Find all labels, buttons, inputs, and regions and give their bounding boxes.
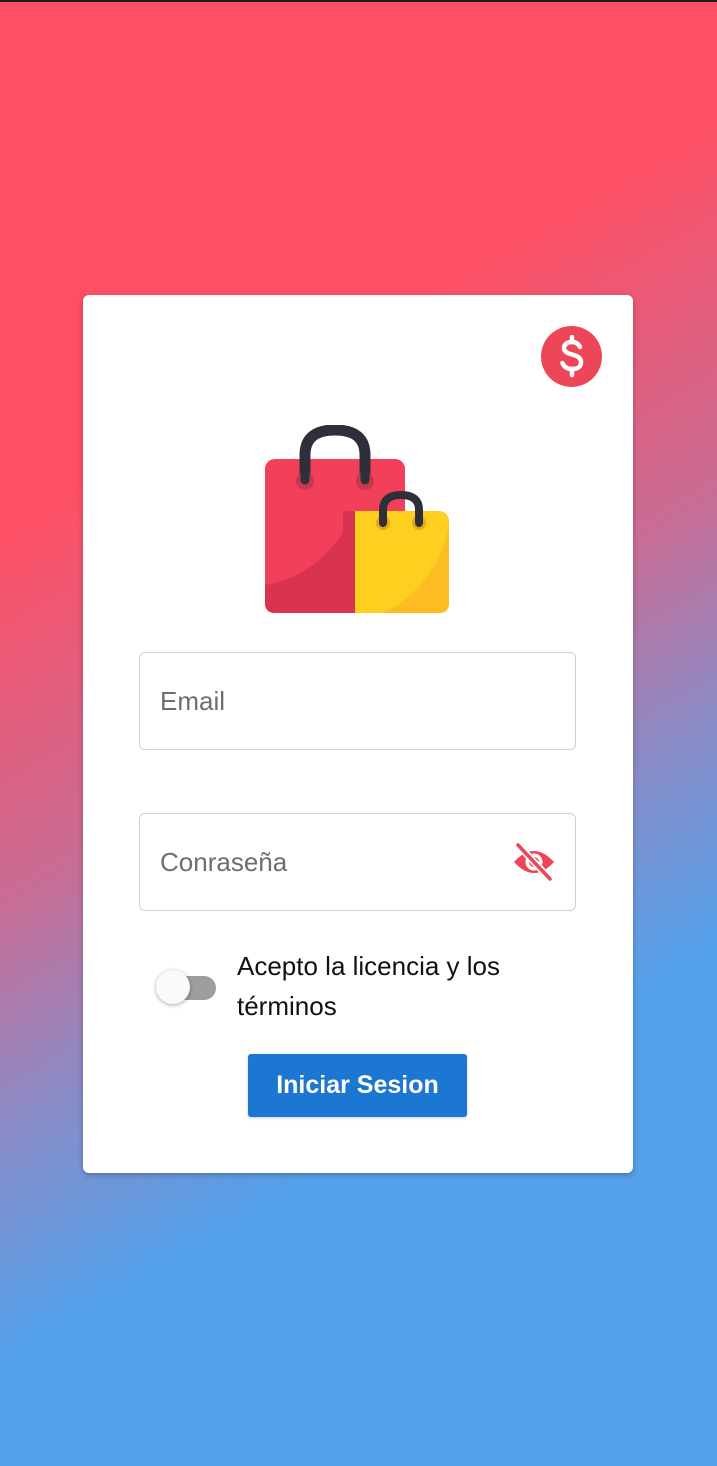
email-field[interactable] xyxy=(139,652,576,750)
login-card: Acepto la licencia y los términos Inicia… xyxy=(83,295,633,1173)
shopping-bags-icon xyxy=(263,424,453,615)
toggle-thumb xyxy=(156,970,190,1004)
dollar-icon xyxy=(541,326,602,387)
terms-toggle[interactable] xyxy=(156,969,218,1005)
terms-label: Acepto la licencia y los términos xyxy=(237,951,501,1021)
eye-off-icon[interactable] xyxy=(511,841,557,883)
status-bar-edge xyxy=(0,0,717,2)
email-input[interactable] xyxy=(160,653,500,749)
password-field[interactable] xyxy=(139,813,576,911)
login-button[interactable]: Iniciar Sesion xyxy=(248,1054,467,1117)
password-input[interactable] xyxy=(160,814,500,910)
